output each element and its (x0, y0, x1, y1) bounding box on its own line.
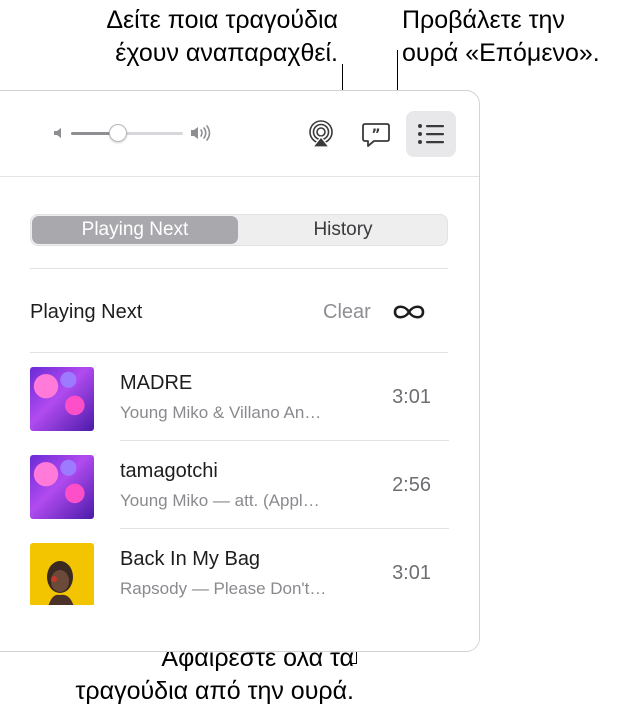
playing-next-heading: Playing Next (30, 301, 143, 323)
song-subtitle: Young Miko & Villano An… (120, 403, 322, 422)
song-duration: 3:01 (392, 562, 431, 584)
song-subtitle: Young Miko — att. (Appl… (120, 491, 320, 510)
svg-text:”: ” (371, 127, 380, 143)
queue-callout: Προβάλετε την ουρά «Επόμενο». (402, 6, 600, 67)
speaker-low-icon (54, 128, 61, 138)
queue-row[interactable]: tamagotchi Young Miko — att. (Appl… 2:56 (0, 441, 479, 529)
volume-slider-knob[interactable] (109, 124, 128, 142)
song-title: MADRE (120, 372, 193, 394)
tab-history[interactable]: History (240, 216, 446, 244)
lyrics-quote-icon: ” (362, 123, 390, 147)
album-artwork (30, 367, 94, 431)
song-duration: 2:56 (392, 474, 431, 496)
tab-playing-next[interactable]: Playing Next (32, 216, 238, 244)
queue-segmented-control: Playing Next History (30, 214, 448, 246)
song-subtitle: Rapsody — Please Don't… (120, 579, 327, 598)
infinity-icon[interactable] (390, 301, 428, 323)
clear-button[interactable]: Clear (323, 299, 371, 325)
window-bottom-fade (0, 605, 479, 651)
airplay-button[interactable] (299, 112, 343, 156)
section-divider (30, 268, 448, 269)
queue-button[interactable] (406, 111, 456, 157)
album-artwork (30, 455, 94, 519)
speaker-high-icon (191, 125, 211, 141)
toolbar: ” (0, 91, 479, 177)
clear-leader-line-tick (352, 663, 357, 664)
queue-panel-window: ” Playing Next History Playing Next Clea… (0, 90, 480, 652)
airplay-icon (309, 120, 333, 148)
song-title: tamagotchi (120, 460, 218, 482)
queue-row[interactable]: Back In My Bag Rapsody — Please Don't… 3… (0, 529, 479, 617)
volume-slider[interactable] (71, 124, 183, 142)
lyrics-button[interactable]: ” (354, 112, 398, 156)
history-callout: Δείτε ποια τραγούδια έχουν αναπαραχθεί. (106, 6, 338, 67)
artist-portrait (47, 561, 74, 607)
album-artwork (30, 543, 94, 607)
song-title: Back In My Bag (120, 548, 261, 570)
list-icon (418, 124, 444, 144)
queue-row[interactable]: MADRE Young Miko & Villano An… 3:01 (0, 353, 479, 441)
song-duration: 3:01 (392, 386, 431, 408)
